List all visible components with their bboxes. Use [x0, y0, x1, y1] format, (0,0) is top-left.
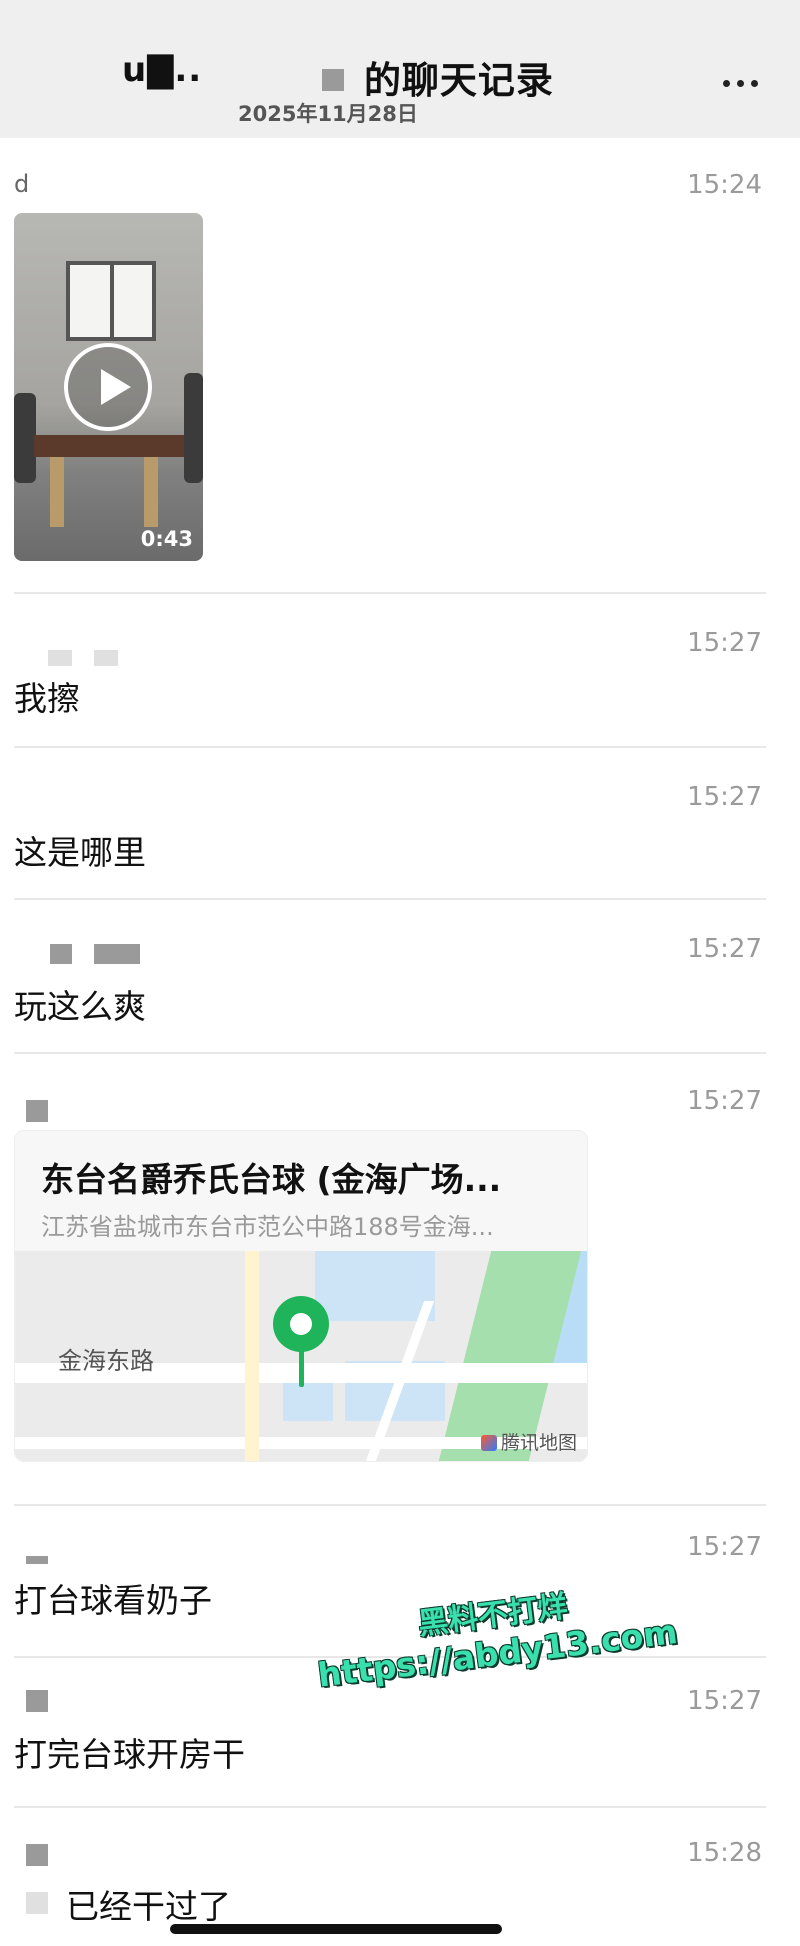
message-text: 这是哪里	[14, 833, 146, 872]
message-time: 15:28	[687, 1838, 762, 1868]
more-options-button[interactable]	[723, 80, 758, 87]
more-dot-icon	[737, 80, 744, 87]
sender-redaction	[26, 1556, 48, 1564]
location-pin-stem	[299, 1349, 304, 1387]
video-frame-table-leg	[144, 457, 158, 527]
play-icon[interactable]	[64, 343, 152, 431]
title-contact-name: u▇..	[122, 50, 203, 90]
location-name: 东台名爵乔氏台球 (金海广场...	[41, 1160, 502, 1199]
location-pin-icon	[273, 1296, 329, 1352]
more-dot-icon	[723, 80, 730, 87]
chat-date: 2025年11月28日	[238, 102, 418, 126]
map-road	[245, 1251, 259, 1461]
message-time: 15:24	[687, 170, 762, 200]
location-card[interactable]: 东台名爵乔氏台球 (金海广场... 江苏省盐城市东台市范公中路188号金海...…	[14, 1130, 588, 1462]
sender-redaction	[48, 650, 72, 666]
map-brand: 腾讯地图	[480, 1428, 577, 1455]
video-frame-person	[14, 393, 36, 483]
title-redaction	[322, 69, 345, 91]
message-divider	[14, 898, 766, 900]
sender-redaction	[94, 650, 118, 666]
title-text: 的聊天记录	[363, 59, 554, 102]
video-message[interactable]: 0:43	[14, 213, 203, 561]
message-text: 打完台球开房干	[14, 1735, 245, 1774]
message-divider	[14, 1806, 766, 1808]
sender-redaction	[50, 944, 72, 964]
sender-redaction	[94, 944, 140, 964]
message-time: 15:27	[687, 1086, 762, 1116]
message-divider	[14, 1052, 766, 1054]
message-time: 15:27	[687, 628, 762, 658]
video-frame-table-leg	[50, 457, 64, 527]
message-time: 15:27	[687, 1532, 762, 1562]
page-title: u▇.. 的聊天记录	[0, 50, 800, 104]
message-text: 我擦	[14, 679, 80, 718]
video-frame-person	[184, 373, 203, 483]
video-frame-lamp	[66, 261, 156, 341]
message-time: 15:27	[687, 782, 762, 812]
message-time: 15:27	[687, 934, 762, 964]
message-text: 已经干过了	[66, 1887, 231, 1926]
sender-redaction	[26, 1100, 48, 1122]
message-sender: d	[14, 170, 30, 198]
watermark: 黑料不打烊 https://abdy13.com	[310, 1568, 680, 1695]
message-divider	[14, 746, 766, 748]
video-duration: 0:43	[140, 527, 193, 551]
message-time: 15:27	[687, 1686, 762, 1716]
message-divider	[14, 592, 766, 594]
map-road-label: 金海东路	[58, 1347, 154, 1375]
video-frame-table	[34, 435, 184, 457]
message-divider	[14, 1504, 766, 1506]
message-text: 玩这么爽	[14, 987, 146, 1026]
chat-history-header: u▇.. 的聊天记录 2025年11月28日	[0, 0, 800, 138]
map-block	[315, 1251, 435, 1321]
sender-redaction	[26, 1844, 48, 1866]
location-address: 江苏省盐城市东台市范公中路188号金海...	[41, 1213, 494, 1241]
sender-redaction	[26, 1892, 48, 1914]
map-block	[283, 1381, 333, 1421]
location-map[interactable]: 金海东路 腾讯地图	[15, 1251, 587, 1461]
more-dot-icon	[751, 80, 758, 87]
sender-redaction	[26, 1690, 48, 1712]
map-brand-label: 腾讯地图	[500, 1432, 577, 1454]
tencent-map-icon	[480, 1435, 497, 1451]
home-indicator[interactable]	[170, 1924, 502, 1934]
message-text: 打台球看奶子	[14, 1581, 212, 1620]
